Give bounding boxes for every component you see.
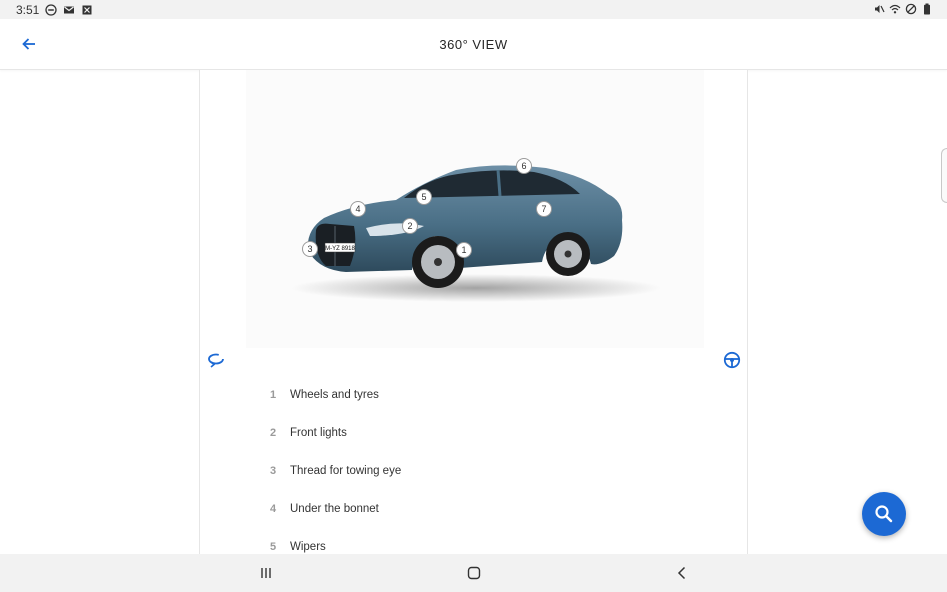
list-item[interactable]: 4 Under the bonnet: [270, 490, 670, 528]
status-left: 3:51: [16, 3, 93, 17]
do-not-disturb-icon: [45, 4, 58, 16]
app-header: 360° VIEW: [0, 19, 947, 70]
home-button[interactable]: [464, 563, 484, 583]
plate-text: M-YZ 8918: [325, 246, 355, 252]
status-right: [873, 3, 933, 15]
status-time: 3:51: [16, 3, 40, 17]
list-item[interactable]: 3 Thread for towing eye: [270, 452, 670, 490]
app-notification-icon: [82, 5, 92, 15]
car-360-viewer[interactable]: M-YZ 8918 1 2 3 4 5 6 7: [246, 70, 704, 348]
recent-apps-button[interactable]: [256, 563, 276, 583]
mute-icon: [875, 5, 885, 13]
wifi-icon: [889, 4, 901, 14]
list-item-label: Under the bonnet: [290, 503, 379, 515]
list-item-label: Front lights: [290, 427, 347, 439]
list-item-number: 2: [270, 427, 277, 439]
gmail-icon: [64, 6, 75, 14]
list-item-label: Thread for towing eye: [290, 465, 402, 477]
recent-apps-icon: [261, 568, 271, 578]
status-bar: 3:51: [0, 0, 947, 19]
hotspot-6[interactable]: 6: [516, 158, 532, 174]
content-panel: M-YZ 8918 1 2 3 4 5 6 7 1 Wheels and tyr…: [199, 70, 748, 554]
rotate-360-button[interactable]: [207, 351, 225, 369]
car-shadow: [291, 274, 661, 302]
screen: 3:51 360° VIEW M-YZ 8918 1 2 3 4 5 6 7 1…: [0, 0, 947, 592]
list-item-number: 1: [270, 389, 277, 401]
back-nav-icon: [677, 566, 686, 580]
edge-panel-handle[interactable]: [941, 148, 947, 203]
hotspot-5[interactable]: 5: [416, 189, 432, 205]
list-item[interactable]: 1 Wheels and tyres: [270, 376, 670, 414]
rear-hub: [564, 250, 572, 258]
list-item-label: Wipers: [290, 541, 326, 553]
hotspot-3[interactable]: 3: [302, 241, 318, 257]
list-item-number: 5: [270, 541, 277, 553]
page-title: 360° VIEW: [439, 37, 508, 52]
battery-icon: [924, 3, 930, 15]
interior-view-button[interactable]: [723, 351, 741, 369]
front-hub: [434, 258, 442, 266]
list-item[interactable]: 2 Front lights: [270, 414, 670, 452]
list-item[interactable]: 5 Wipers: [270, 528, 670, 554]
rotate-360-icon: [208, 353, 224, 368]
system-nav-bar: [0, 554, 947, 592]
hotspot-4[interactable]: 4: [350, 201, 366, 217]
feature-list: 1 Wheels and tyres 2 Front lights 3 Thre…: [270, 376, 670, 554]
window-pillar: [496, 169, 502, 197]
car-image: M-YZ 8918: [291, 165, 661, 302]
block-icon: [905, 3, 917, 15]
list-item-label: Wheels and tyres: [290, 389, 379, 401]
search-button[interactable]: [862, 492, 906, 536]
list-item-number: 3: [270, 465, 277, 477]
back-nav-button[interactable]: [672, 563, 692, 583]
steering-wheel-icon: [723, 351, 741, 369]
hotspot-7[interactable]: 7: [536, 201, 552, 217]
list-item-number: 4: [270, 503, 277, 515]
search-icon: [875, 505, 893, 523]
hotspot-2[interactable]: 2: [402, 218, 418, 234]
hotspot-1[interactable]: 1: [456, 242, 472, 258]
home-icon: [467, 566, 481, 580]
